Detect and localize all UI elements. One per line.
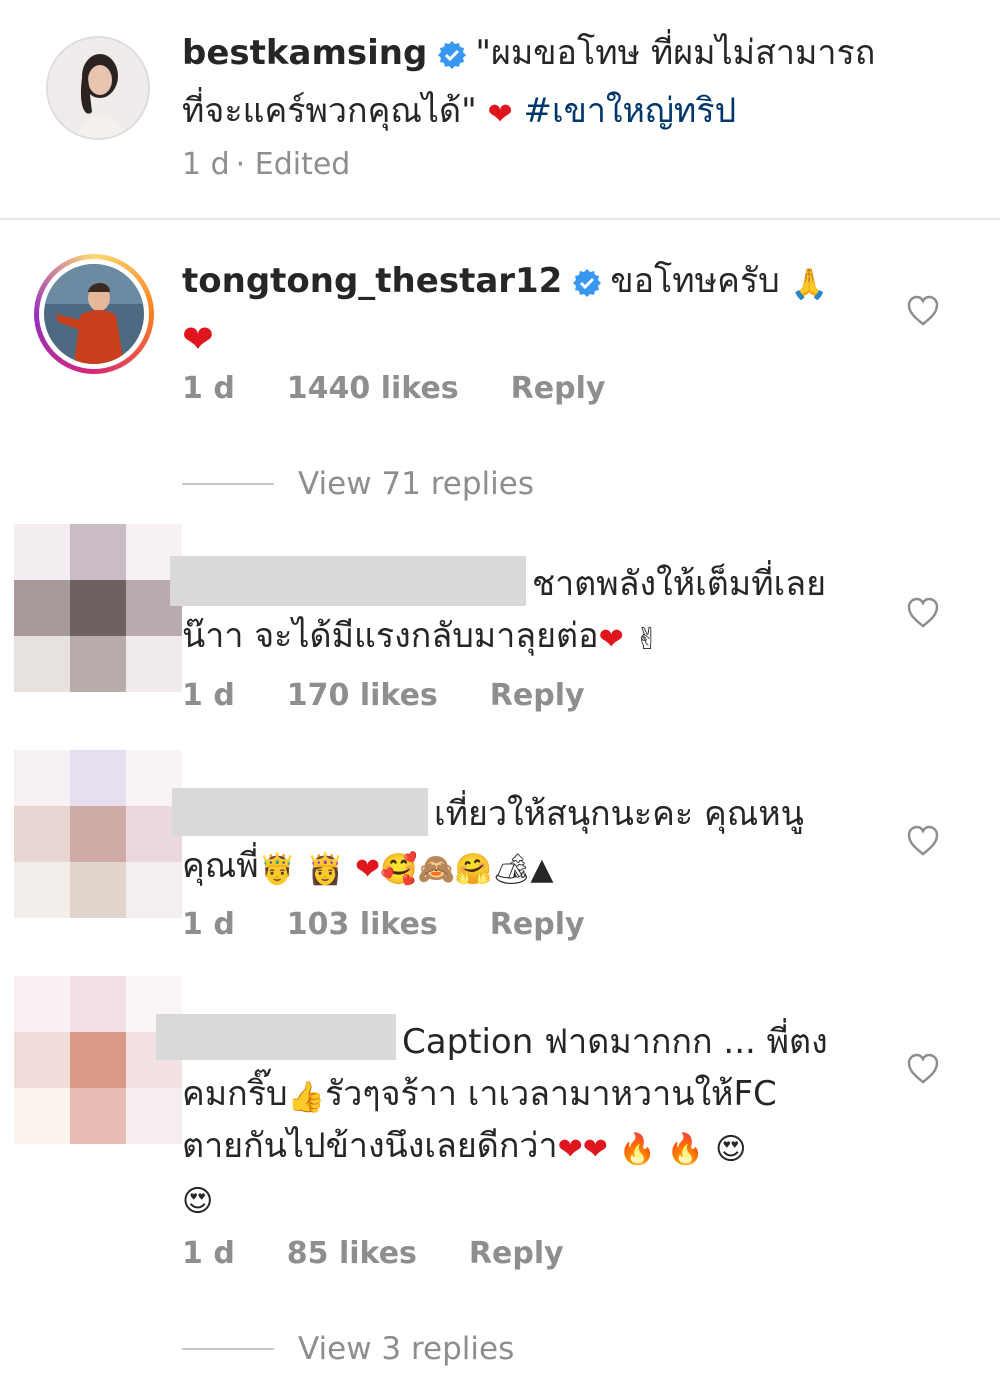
caption-time[interactable]: 1 d (182, 147, 230, 182)
comment-2-text-2-wrap: น๊าา จะได้มีแรงกลับมาลุยต่อ❤ ✌ (182, 610, 660, 666)
comment-3-time[interactable]: 1 d (182, 907, 235, 942)
view-replies-line (182, 1348, 274, 1350)
comment-1-reply-button[interactable]: Reply (511, 371, 606, 406)
caption-avatar[interactable] (46, 36, 150, 140)
caption-edited: · Edited (235, 147, 351, 182)
comment-2-meta: 1 d 170 likes Reply (182, 678, 637, 713)
comment-3-meta: 1 d 103 likes Reply (182, 907, 637, 942)
comment-4-text-4-wrap: 😍 (182, 1172, 213, 1228)
comment-1-likes[interactable]: 1440 likes (287, 371, 459, 406)
caption-text-2: ที่จะแคร์พวกคุณได้" (182, 91, 477, 131)
red-heart-icon: ❤ (487, 97, 513, 132)
view-replies-line (182, 483, 274, 485)
comment-2-time[interactable]: 1 d (182, 678, 235, 713)
prince-icon: 🤴 (258, 852, 297, 887)
red-heart-icon: ❤ (182, 317, 214, 361)
folded-hands-icon: 🙏 (790, 267, 828, 302)
comment-4-meta: 1 d 85 likes Reply (182, 1236, 616, 1271)
like-heart-icon[interactable] (906, 596, 940, 630)
red-heart-icon: ❤❤ (557, 1132, 608, 1167)
comment-2-username-redacted (170, 556, 526, 606)
heart-eyes-icon: 😍 (182, 1184, 214, 1219)
like-heart-icon[interactable] (906, 824, 940, 858)
red-heart-icon: ❤ (355, 852, 381, 887)
caption-text-1: "ผมขอโทษ ที่ผมไม่สามารถ (475, 33, 876, 73)
red-heart-icon: ❤ (598, 622, 624, 657)
comment-2-likes[interactable]: 170 likes (287, 678, 438, 713)
victory-hand-icon: ✌ (634, 622, 660, 657)
comment-4-time[interactable]: 1 d (182, 1236, 235, 1271)
comment-3-text-2: คุณพี่ (182, 846, 259, 886)
comment-3-avatar-blurred[interactable] (14, 750, 182, 918)
comment-4-text-3: ตายกันไปข้างนึงเลยดีกว่า (182, 1126, 558, 1166)
comment-2-reply-button[interactable]: Reply (490, 678, 585, 713)
comment-3-text-1: เที่ยวให้สนุกนะคะ คุณหนู (434, 794, 804, 834)
comment-2-text-2: น๊าา จะได้มีแรงกลับมาลุยต่อ (182, 616, 599, 656)
caption-username[interactable]: bestkamsing (182, 33, 427, 73)
verified-icon (437, 33, 467, 85)
mountain-triangle-icon: ▲ (530, 852, 554, 887)
camping-icon: 🏕 (492, 852, 531, 887)
comment-avatar-tongtong[interactable] (34, 254, 154, 374)
comment-1-meta: 1 d 1440 likes Reply (182, 371, 657, 406)
comment-4-text-3-wrap: ตายกันไปข้างนึงเลยดีกว่า❤❤ 🔥 🔥 😍 (182, 1120, 746, 1176)
comment-4-text-2-wrap: คมกริ๊บ👍รัวๆจร้าา เาเวลามาหวานให้FC (182, 1068, 777, 1124)
comment-3-reply-button[interactable]: Reply (490, 907, 585, 942)
comment-2-avatar-blurred[interactable] (14, 524, 182, 692)
comment-4-text-2b: รัวๆจร้าา เาเวลามาหวานให้FC (324, 1074, 777, 1114)
smiling-hearts-icon: 🥰 (380, 852, 418, 887)
fire-icon: 🔥 (618, 1132, 657, 1167)
hugging-face-icon: 🤗 (454, 852, 493, 887)
caption-hashtag[interactable]: #เขาใหญ่ทริป (523, 91, 736, 131)
comment-4-avatar-blurred[interactable] (14, 976, 182, 1144)
comment-4-reply-button[interactable]: Reply (469, 1236, 564, 1271)
verified-icon (572, 261, 602, 313)
caption-divider (0, 218, 1000, 220)
comment-4-username-redacted (156, 1014, 396, 1060)
thumbs-up-icon: 👍 (287, 1080, 325, 1115)
comment-1-username[interactable]: tongtong_thestar12 (182, 261, 562, 301)
see-no-evil-monkey-icon: 🙈 (417, 852, 455, 887)
comment-2-text-1: ชาตพลังให้เต็มที่เลย (532, 564, 827, 604)
comment-4-likes[interactable]: 85 likes (287, 1236, 417, 1271)
fire-icon: 🔥 (666, 1132, 705, 1167)
comment-4-text-1: Caption ฟาดมากกก ... พี่ตง (402, 1022, 828, 1062)
view-replies-button[interactable]: View 71 replies (298, 466, 534, 502)
comment-1-body: tongtong_thestar12 ขอโทษครับ 🙏 ❤ (182, 255, 882, 365)
caption-body: bestkamsing "ผมขอโทษ ที่ผมไม่สามารถ ที่จ… (182, 27, 982, 141)
comment-3-text-2-wrap: คุณพี่🤴 👸 ❤🥰🙈🤗🏕▲ (182, 840, 553, 896)
like-heart-icon[interactable] (906, 294, 940, 328)
heart-eyes-icon: 😍 (715, 1132, 747, 1167)
comment-4-text-2: คมกริ๊บ (182, 1074, 288, 1114)
comment-3-likes[interactable]: 103 likes (287, 907, 438, 942)
comment-1-text: ขอโทษครับ (610, 261, 780, 301)
caption-meta: 1 d · Edited (182, 147, 402, 182)
view-replies-button[interactable]: View 3 replies (298, 1331, 514, 1367)
comment-3-username-redacted (172, 788, 428, 836)
comment-1-time[interactable]: 1 d (182, 371, 235, 406)
princess-icon: 👸 (306, 852, 345, 887)
like-heart-icon[interactable] (906, 1052, 940, 1086)
